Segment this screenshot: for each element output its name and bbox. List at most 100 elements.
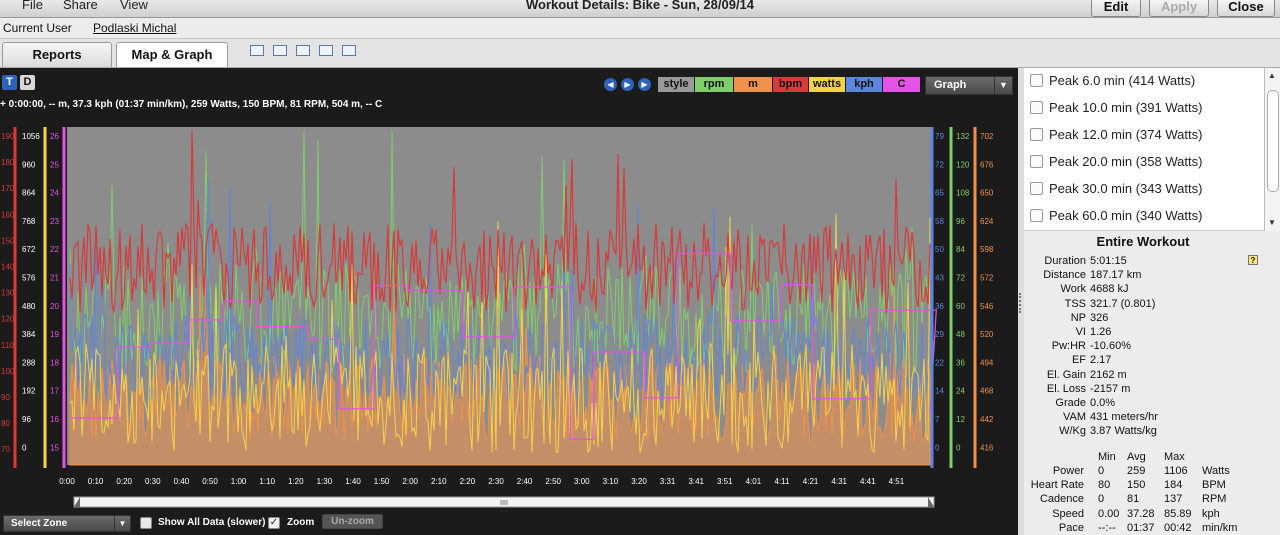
peak-checkbox[interactable] (1030, 182, 1043, 195)
m-tick-label: 702 (980, 132, 994, 141)
layout-single-icon[interactable] (250, 45, 264, 56)
layout-four-pane-icon[interactable] (342, 45, 356, 56)
zoom-checkbox[interactable]: ✓ (268, 517, 280, 529)
current-user-label: Current User (3, 21, 72, 35)
checkmark-icon: ✓ (269, 517, 279, 528)
peak-checkbox[interactable] (1030, 101, 1043, 114)
table-cell-unit: min/km (1202, 521, 1238, 534)
time-tick-label: 3:31 (660, 477, 676, 486)
rpm-tick-label: 108 (956, 189, 970, 198)
peak-item[interactable]: Peak 12.0 min (374 Watts) (1030, 127, 1202, 147)
stat-row: W/Kg 3.87 Watts/kg (1024, 425, 1157, 437)
table-cell-min: --:-- (1098, 521, 1116, 534)
layout-three-pane-icon[interactable] (319, 45, 333, 56)
kph-tick-label: 79 (935, 132, 944, 141)
scroll-down-icon[interactable]: ▼ (1268, 218, 1276, 227)
watts-tick-label: 1056 (22, 132, 40, 141)
peak-checkbox[interactable] (1030, 128, 1043, 141)
table-cell-min: 0.00 (1098, 507, 1120, 520)
rpm-tick-label: 0 (956, 443, 961, 452)
peak-checkbox[interactable] (1030, 209, 1043, 222)
tab-map-graph[interactable]: Map & Graph (116, 42, 228, 67)
table-cell-avg: 81 (1127, 493, 1140, 506)
c-tick-label: 16 (50, 415, 59, 424)
peak-list-scrollbar[interactable]: ▲ ▼ (1264, 68, 1280, 231)
c-tick-label: 21 (50, 274, 59, 283)
stat-label: VAM (1062, 411, 1086, 424)
tab-reports[interactable]: Reports (2, 42, 112, 67)
layout-split-horizontal-icon[interactable] (273, 45, 287, 56)
table-cell-max: 85.89 (1164, 507, 1192, 520)
stat-row: Distance 187.17 km (1024, 269, 1141, 281)
c-tick-label: 19 (50, 330, 59, 339)
rpm-tick-label: 24 (956, 387, 965, 396)
rpm-tick-label: 96 (956, 217, 965, 226)
m-tick-label: 520 (980, 330, 994, 339)
stat-label: Work (1060, 283, 1086, 296)
kph-tick-label: 14 (935, 387, 944, 396)
peak-item[interactable]: Peak 20.0 min (358 Watts) (1030, 154, 1202, 174)
m-tick-label: 676 (980, 160, 994, 169)
watts-tick-label: 960 (22, 160, 36, 169)
unzoom-button[interactable]: Un-zoom (322, 514, 383, 529)
peak-checkbox[interactable] (1030, 74, 1043, 87)
scroll-up-icon[interactable]: ▲ (1268, 71, 1276, 80)
stat-value: -2157 m (1090, 382, 1131, 395)
c-tick-label: 26 (50, 132, 59, 141)
select-zone-dropdown[interactable]: Select Zone ▼ (3, 515, 131, 532)
stat-row: VI 1.26 (1024, 326, 1112, 338)
table-cell-label: Pace (1058, 521, 1084, 534)
time-tick-label: 0:40 (174, 477, 190, 486)
time-tick-label: 4:21 (803, 477, 819, 486)
help-icon[interactable]: ? (1248, 255, 1258, 265)
bpm-tick-label: 90 (1, 393, 10, 402)
table-cell-min: 0 (1098, 465, 1105, 477)
stat-value: 187.17 km (1090, 269, 1142, 282)
table-cell-max: 137 (1164, 493, 1183, 506)
layout-split-vertical-icon[interactable] (296, 45, 310, 56)
time-tick-label: 3:51 (717, 477, 733, 486)
watts-tick-label: 672 (22, 245, 36, 254)
range-slider-track[interactable] (73, 496, 935, 508)
time-tick-label: 2:40 (517, 477, 533, 486)
peak-checkbox[interactable] (1030, 155, 1043, 168)
edit-button[interactable]: Edit (1091, 0, 1141, 17)
peak-item[interactable]: Peak 6.0 min (414 Watts) (1030, 73, 1195, 93)
user-bar: Current User Podlaski Michal (0, 18, 1280, 39)
peak-label: Peak 30.0 min (343 Watts) (1049, 181, 1203, 196)
table-header-avg: Avg (1127, 451, 1146, 463)
stat-row: EF 2.17 (1024, 354, 1111, 366)
bpm-tick-label: 80 (1, 419, 10, 428)
stat-row: El. Loss -2157 m (1024, 382, 1131, 395)
peak-list: Peak 6.0 min (414 Watts) Peak 10.0 min (… (1024, 68, 1264, 231)
kph-tick-label: 29 (935, 330, 944, 339)
peak-item[interactable]: Peak 60.0 min (340 Watts) (1030, 208, 1202, 228)
stat-label: EF (1071, 354, 1086, 367)
chevron-down-icon: ▼ (114, 516, 130, 531)
rpm-tick-label: 132 (956, 132, 970, 141)
time-tick-label: 4:31 (831, 477, 847, 486)
peak-label: Peak 10.0 min (391 Watts) (1049, 100, 1203, 115)
workout-graph[interactable]: 1901801701601501401301201101009080701056… (0, 68, 1018, 508)
close-button[interactable]: Close (1217, 0, 1275, 17)
stat-label: Distance (1043, 269, 1086, 282)
peak-item[interactable]: Peak 10.0 min (391 Watts) (1030, 100, 1202, 120)
stat-row: Duration 5:01:15 (1024, 255, 1126, 267)
table-cell-avg: 259 (1127, 465, 1146, 477)
stat-value: 321.7 (0.801) (1090, 297, 1156, 310)
peak-item[interactable]: Peak 30.0 min (343 Watts) (1030, 181, 1202, 201)
graph-controls: Select Zone ▼ Show All Data (slower) ✓ Z… (0, 513, 1018, 535)
watts-tick-label: 96 (22, 415, 31, 424)
select-zone-label: Select Zone (11, 518, 68, 529)
m-tick-label: 650 (980, 189, 994, 198)
time-tick-label: 4:11 (775, 477, 791, 486)
watts-tick-label: 0 (22, 443, 27, 452)
show-all-data-checkbox[interactable] (140, 517, 152, 529)
scrollbar-thumb[interactable] (1267, 90, 1279, 192)
current-user-link[interactable]: Podlaski Michal (93, 18, 176, 39)
stat-value: 1.26 (1090, 326, 1112, 338)
apply-button[interactable]: Apply (1149, 0, 1209, 17)
stat-row: VAM 431 meters/hr (1024, 411, 1158, 423)
peak-label: Peak 6.0 min (414 Watts) (1049, 73, 1196, 88)
stat-value: -10.60% (1090, 340, 1131, 353)
